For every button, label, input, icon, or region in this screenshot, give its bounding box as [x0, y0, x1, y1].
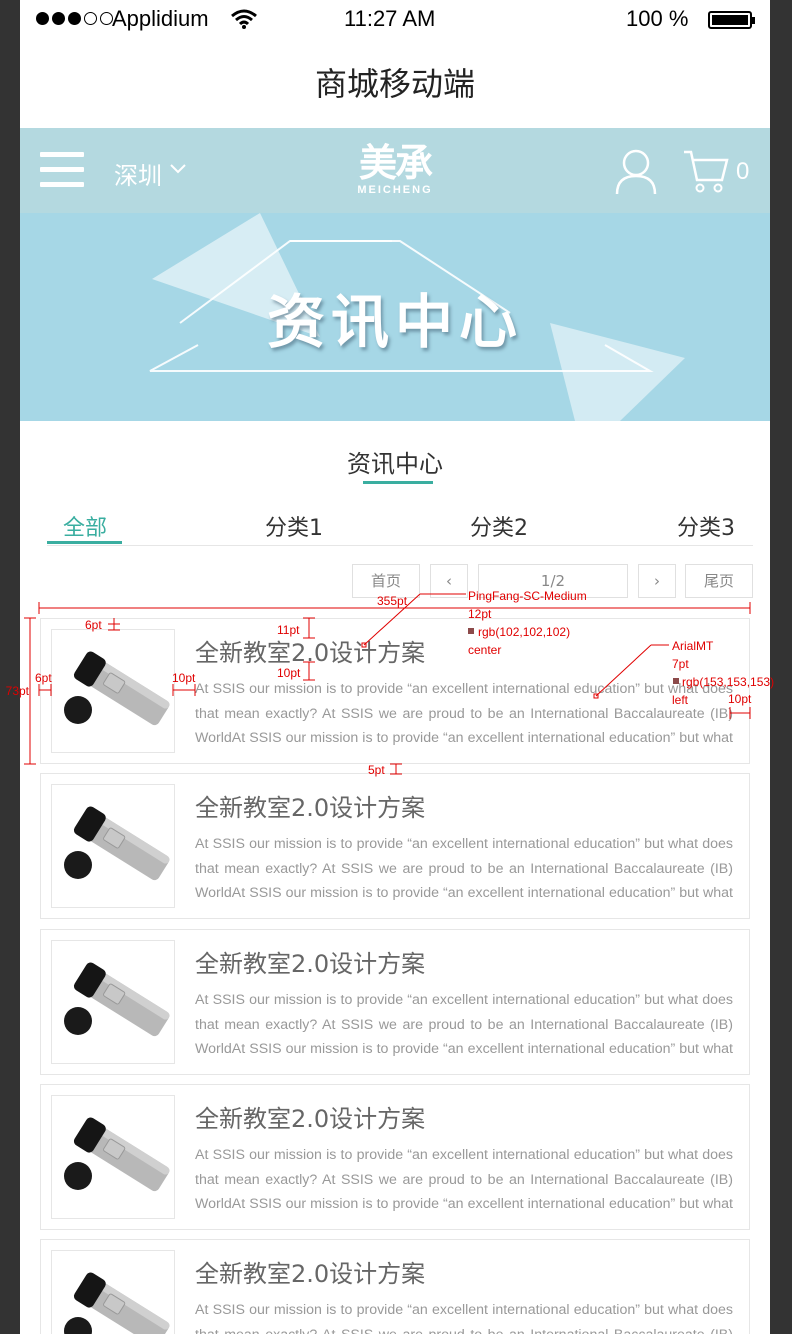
annotation-gap: 10pt	[277, 666, 301, 680]
annotation-title-size: 12pt	[468, 607, 492, 621]
annotation-gap: 10pt	[172, 671, 196, 685]
annotation-height: 73pt	[5, 684, 29, 698]
annotation-gap: 6pt	[35, 671, 52, 685]
annotation-desc-font: ArialMT	[672, 639, 714, 653]
annotation-title-font: PingFang-SC-Medium	[468, 589, 587, 603]
annotation-gap: 11pt	[277, 623, 300, 637]
annotation-gap: 5pt	[368, 763, 385, 777]
annotation-desc-color: rgb(153,153,153)	[682, 675, 775, 689]
annotation-gap: 6pt	[85, 618, 102, 632]
annotation-gap: 10pt	[728, 692, 752, 706]
annotation-title-align: center	[468, 643, 502, 657]
annotation-width: 355pt	[377, 594, 408, 608]
annotation-desc-align: left	[672, 693, 689, 707]
annotation-title-color: rgb(102,102,102)	[478, 625, 571, 639]
annotation-desc-size: 7pt	[672, 657, 689, 671]
